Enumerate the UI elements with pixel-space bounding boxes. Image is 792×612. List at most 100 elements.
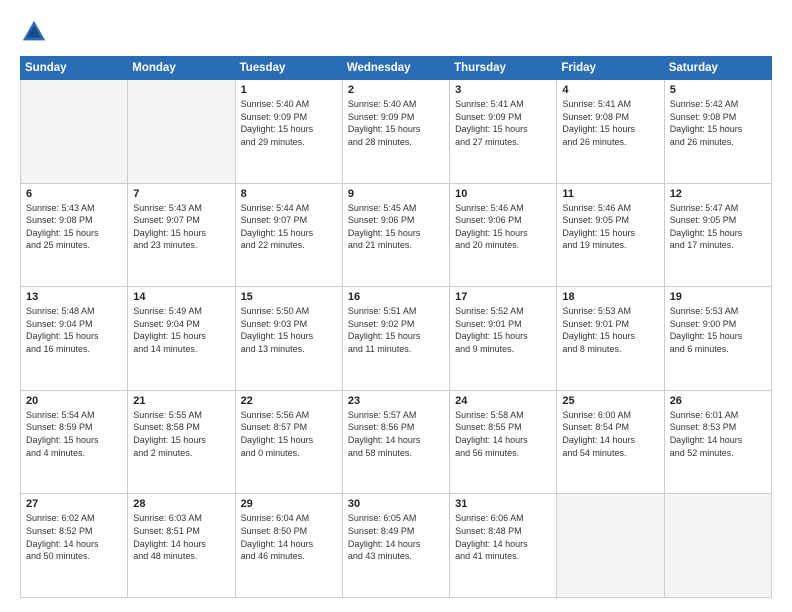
- page: SundayMondayTuesdayWednesdayThursdayFrid…: [0, 0, 792, 612]
- calendar-cell: 24 Sunrise: 5:58 AM Sunset: 8:55 PM Dayli…: [450, 390, 557, 494]
- day-number: 22: [241, 395, 337, 407]
- day-number: 10: [455, 188, 551, 200]
- day-info: Sunrise: 5:56 AM Sunset: 8:57 PM Dayligh…: [241, 409, 337, 459]
- day-info: Sunrise: 5:46 AM Sunset: 9:05 PM Dayligh…: [562, 202, 658, 252]
- day-info: Sunrise: 6:03 AM Sunset: 8:51 PM Dayligh…: [133, 512, 229, 562]
- day-info: Sunrise: 5:42 AM Sunset: 9:08 PM Dayligh…: [670, 98, 766, 148]
- day-number: 14: [133, 291, 229, 303]
- calendar-cell: 15Sunrise: 5:50 AM Sunset: 9:03 PM Dayli…: [235, 287, 342, 391]
- day-number: 29: [241, 498, 337, 510]
- day-info: Sunrise: 6:06 AM Sunset: 8:48 PM Dayligh…: [455, 512, 551, 562]
- calendar-cell: 9Sunrise: 5:45 AM Sunset: 9:06 PM Daylig…: [342, 183, 449, 287]
- calendar-cell: 8 Sunrise: 5:44 AM Sunset: 9:07 PM Daylig…: [235, 183, 342, 287]
- day-number: 8: [241, 188, 337, 200]
- day-number: 6: [26, 188, 122, 200]
- day-info: Sunrise: 6:00 AM Sunset: 8:54 PM Dayligh…: [562, 409, 658, 459]
- calendar-cell: 7Sunrise: 5:43 AM Sunset: 9:07 PM Daylig…: [128, 183, 235, 287]
- day-info: Sunrise: 5:51 AM Sunset: 9:02 PM Dayligh…: [348, 305, 444, 355]
- day-number: 18: [562, 291, 658, 303]
- day-number: 5: [670, 84, 766, 96]
- day-number: 20: [26, 395, 122, 407]
- day-info: Sunrise: 5:40 AM Sunset: 9:09 PM Dayligh…: [241, 98, 337, 148]
- day-number: 28: [133, 498, 229, 510]
- day-number: 25: [562, 395, 658, 407]
- day-info: Sunrise: 5:54 AM Sunset: 8:59 PM Dayligh…: [26, 409, 122, 459]
- calendar-cell: 10 Sunrise: 5:46 AM Sunset: 9:06 PM Dayli…: [450, 183, 557, 287]
- calendar-cell: [664, 494, 771, 598]
- calendar-cell: 21Sunrise: 5:55 AM Sunset: 8:58 PM Dayli…: [128, 390, 235, 494]
- day-info: Sunrise: 5:53 AM Sunset: 9:00 PM Dayligh…: [670, 305, 766, 355]
- day-info: Sunrise: 5:40 AM Sunset: 9:09 PM Dayligh…: [348, 98, 444, 148]
- calendar-cell: 16 Sunrise: 5:51 AM Sunset: 9:02 PM Dayli…: [342, 287, 449, 391]
- calendar-cell: 13 Sunrise: 5:48 AM Sunset: 9:04 PM Dayli…: [21, 287, 128, 391]
- day-number: 16: [348, 291, 444, 303]
- calendar-cell: 20 Sunrise: 5:54 AM Sunset: 8:59 PM Dayli…: [21, 390, 128, 494]
- day-number: 19: [670, 291, 766, 303]
- day-number: 23: [348, 395, 444, 407]
- col-header-tuesday: Tuesday: [235, 57, 342, 80]
- calendar-cell: 27Sunrise: 6:02 AM Sunset: 8:52 PM Dayli…: [21, 494, 128, 598]
- day-info: Sunrise: 6:05 AM Sunset: 8:49 PM Dayligh…: [348, 512, 444, 562]
- day-number: 13: [26, 291, 122, 303]
- day-number: 1: [241, 84, 337, 96]
- day-info: Sunrise: 5:47 AM Sunset: 9:05 PM Dayligh…: [670, 202, 766, 252]
- day-info: Sunrise: 5:52 AM Sunset: 9:01 PM Dayligh…: [455, 305, 551, 355]
- calendar-cell: 11 Sunrise: 5:46 AM Sunset: 9:05 PM Dayli…: [557, 183, 664, 287]
- calendar-cell: 14Sunrise: 5:49 AM Sunset: 9:04 PM Dayli…: [128, 287, 235, 391]
- logo-icon: [20, 18, 48, 46]
- day-number: 21: [133, 395, 229, 407]
- calendar-cell: 22 Sunrise: 5:56 AM Sunset: 8:57 PM Dayli…: [235, 390, 342, 494]
- day-info: Sunrise: 5:46 AM Sunset: 9:06 PM Dayligh…: [455, 202, 551, 252]
- col-header-sunday: Sunday: [21, 57, 128, 80]
- col-header-wednesday: Wednesday: [342, 57, 449, 80]
- col-header-saturday: Saturday: [664, 57, 771, 80]
- calendar-cell: 18 Sunrise: 5:53 AM Sunset: 9:01 PM Dayli…: [557, 287, 664, 391]
- day-number: 30: [348, 498, 444, 510]
- day-info: Sunrise: 5:53 AM Sunset: 9:01 PM Dayligh…: [562, 305, 658, 355]
- calendar-cell: 19 Sunrise: 5:53 AM Sunset: 9:00 PM Dayli…: [664, 287, 771, 391]
- calendar-week-4: 20 Sunrise: 5:54 AM Sunset: 8:59 PM Dayli…: [21, 390, 772, 494]
- calendar-cell: 26 Sunrise: 6:01 AM Sunset: 8:53 PM Dayli…: [664, 390, 771, 494]
- col-header-friday: Friday: [557, 57, 664, 80]
- calendar-cell: 2Sunrise: 5:40 AM Sunset: 9:09 PM Daylig…: [342, 80, 449, 184]
- day-info: Sunrise: 6:01 AM Sunset: 8:53 PM Dayligh…: [670, 409, 766, 459]
- calendar-cell: [21, 80, 128, 184]
- calendar-cell: [128, 80, 235, 184]
- day-info: Sunrise: 5:43 AM Sunset: 9:08 PM Dayligh…: [26, 202, 122, 252]
- calendar-week-2: 6 Sunrise: 5:43 AM Sunset: 9:08 PM Daylig…: [21, 183, 772, 287]
- calendar-header-row: SundayMondayTuesdayWednesdayThursdayFrid…: [21, 57, 772, 80]
- calendar-cell: 28 Sunrise: 6:03 AM Sunset: 8:51 PM Dayli…: [128, 494, 235, 598]
- day-info: Sunrise: 5:44 AM Sunset: 9:07 PM Dayligh…: [241, 202, 337, 252]
- day-info: Sunrise: 5:48 AM Sunset: 9:04 PM Dayligh…: [26, 305, 122, 355]
- calendar-cell: 25 Sunrise: 6:00 AM Sunset: 8:54 PM Dayli…: [557, 390, 664, 494]
- calendar-cell: 23Sunrise: 5:57 AM Sunset: 8:56 PM Dayli…: [342, 390, 449, 494]
- calendar-cell: [557, 494, 664, 598]
- day-number: 7: [133, 188, 229, 200]
- day-info: Sunrise: 5:45 AM Sunset: 9:06 PM Dayligh…: [348, 202, 444, 252]
- day-number: 26: [670, 395, 766, 407]
- day-number: 17: [455, 291, 551, 303]
- day-number: 15: [241, 291, 337, 303]
- col-header-thursday: Thursday: [450, 57, 557, 80]
- day-number: 11: [562, 188, 658, 200]
- calendar-cell: 30 Sunrise: 6:05 AM Sunset: 8:49 PM Dayli…: [342, 494, 449, 598]
- header: [20, 18, 772, 46]
- day-info: Sunrise: 6:02 AM Sunset: 8:52 PM Dayligh…: [26, 512, 122, 562]
- calendar-cell: 6 Sunrise: 5:43 AM Sunset: 9:08 PM Daylig…: [21, 183, 128, 287]
- calendar-table: SundayMondayTuesdayWednesdayThursdayFrid…: [20, 56, 772, 598]
- day-info: Sunrise: 5:41 AM Sunset: 9:08 PM Dayligh…: [562, 98, 658, 148]
- day-info: Sunrise: 5:58 AM Sunset: 8:55 PM Dayligh…: [455, 409, 551, 459]
- calendar-cell: 4Sunrise: 5:41 AM Sunset: 9:08 PM Daylig…: [557, 80, 664, 184]
- day-number: 31: [455, 498, 551, 510]
- day-info: Sunrise: 6:04 AM Sunset: 8:50 PM Dayligh…: [241, 512, 337, 562]
- calendar-week-1: 1 Sunrise: 5:40 AM Sunset: 9:09 PM Daylig…: [21, 80, 772, 184]
- calendar-week-5: 27Sunrise: 6:02 AM Sunset: 8:52 PM Dayli…: [21, 494, 772, 598]
- calendar-cell: 17 Sunrise: 5:52 AM Sunset: 9:01 PM Dayli…: [450, 287, 557, 391]
- day-number: 3: [455, 84, 551, 96]
- calendar-cell: 1 Sunrise: 5:40 AM Sunset: 9:09 PM Daylig…: [235, 80, 342, 184]
- calendar-cell: 5 Sunrise: 5:42 AM Sunset: 9:08 PM Daylig…: [664, 80, 771, 184]
- day-number: 24: [455, 395, 551, 407]
- calendar-cell: 12 Sunrise: 5:47 AM Sunset: 9:05 PM Dayli…: [664, 183, 771, 287]
- day-info: Sunrise: 5:41 AM Sunset: 9:09 PM Dayligh…: [455, 98, 551, 148]
- day-number: 12: [670, 188, 766, 200]
